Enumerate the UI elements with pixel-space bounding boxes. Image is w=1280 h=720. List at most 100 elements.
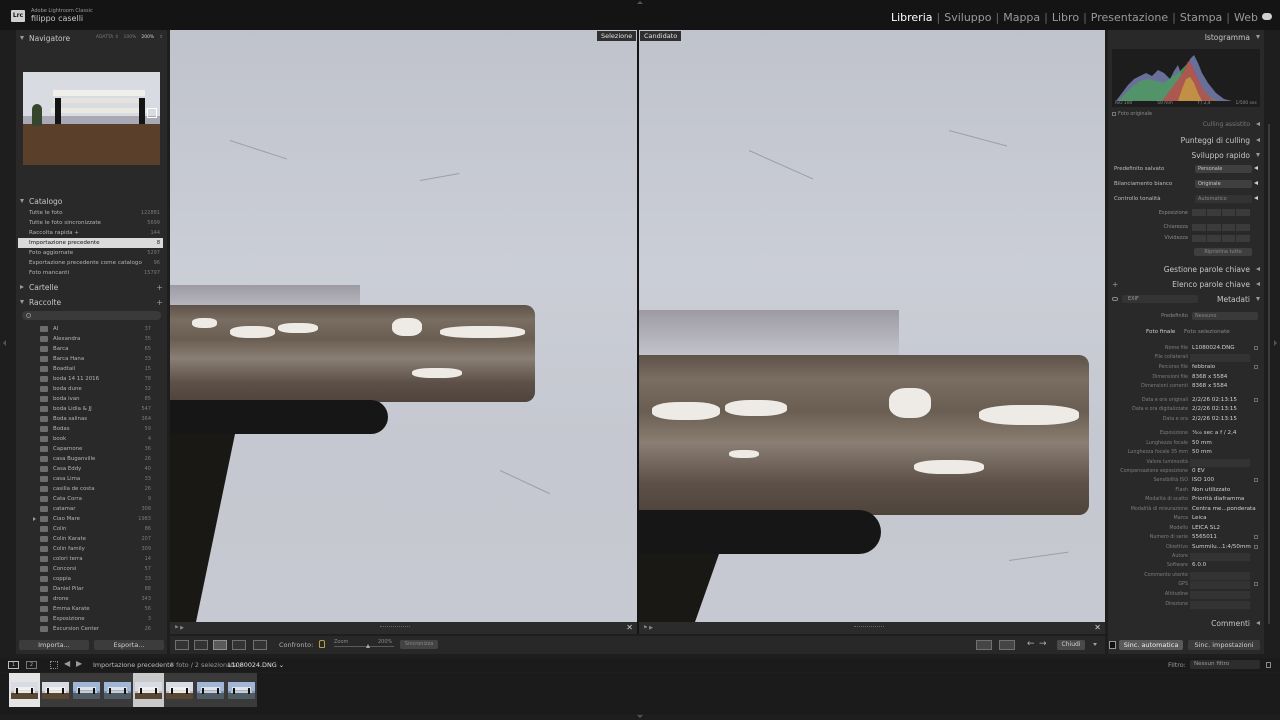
zoom-200-option[interactable]: 200% bbox=[141, 35, 154, 40]
module-libro[interactable]: Libro bbox=[1052, 11, 1079, 24]
zoom-100-option[interactable]: 100% bbox=[123, 35, 136, 40]
metadata-value[interactable]: 2/2/26 02:13:15 bbox=[1192, 416, 1237, 422]
collection-item[interactable]: Cata Corra 9 bbox=[18, 494, 163, 504]
grid-view-icon[interactable] bbox=[175, 640, 189, 650]
metadata-empty-field[interactable] bbox=[1190, 572, 1250, 580]
catalog-header[interactable]: Catalogo bbox=[16, 195, 167, 207]
metadata-value[interactable]: ISO 100 bbox=[1192, 477, 1214, 483]
metadata-value[interactable]: LEICA SL2 bbox=[1192, 525, 1220, 531]
reset-all-button[interactable]: Ripristina tutto bbox=[1194, 248, 1252, 256]
metadata-value[interactable]: Summilu...1:4/50mm bbox=[1192, 544, 1251, 550]
original-photo-checkbox[interactable]: Foto originale bbox=[1112, 111, 1152, 117]
tab-selected-photos[interactable]: Foto selezionate bbox=[1184, 329, 1230, 335]
metadata-value[interactable]: 50 mm bbox=[1192, 440, 1212, 446]
filter-select[interactable]: Nessun filtro bbox=[1190, 660, 1260, 669]
back-arrow-icon[interactable]: ◀ bbox=[64, 659, 70, 668]
metadata-value[interactable]: 5565011 bbox=[1192, 534, 1217, 540]
add-folder-icon[interactable]: + bbox=[156, 283, 163, 292]
filmstrip-thumbnail[interactable] bbox=[226, 673, 257, 707]
collection-item[interactable]: boda dune 32 bbox=[18, 384, 163, 394]
close-icon[interactable]: ✕ bbox=[626, 623, 633, 632]
collection-item[interactable]: boda Lidia & JJ 547 bbox=[18, 404, 163, 414]
metadata-action-icon[interactable] bbox=[1254, 346, 1258, 350]
done-button[interactable]: Chiudi bbox=[1057, 640, 1085, 650]
export-button[interactable]: Esporta... bbox=[94, 640, 164, 650]
filmstrip-filename[interactable]: L1080024.DNG ⌄ bbox=[228, 661, 284, 669]
collection-item[interactable]: Excursion Center 26 bbox=[18, 624, 163, 634]
clarity-stepper[interactable] bbox=[1192, 224, 1250, 231]
collections-header[interactable]: Raccolte + bbox=[16, 296, 167, 308]
metadata-value[interactable]: 8368 x 5584 bbox=[1192, 374, 1227, 380]
collection-item[interactable]: Caparnone 36 bbox=[18, 444, 163, 454]
rating-dots[interactable] bbox=[380, 626, 410, 628]
swap-icon[interactable] bbox=[976, 640, 992, 650]
rating-dots[interactable] bbox=[854, 626, 884, 628]
metadata-action-icon[interactable] bbox=[1254, 478, 1258, 482]
compare-view-icon[interactable] bbox=[213, 640, 227, 650]
metadata-empty-field[interactable] bbox=[1190, 601, 1250, 609]
module-web[interactable]: Web bbox=[1234, 11, 1258, 24]
metadata-empty-field[interactable] bbox=[1190, 459, 1250, 467]
user-name[interactable]: filippo caselli bbox=[31, 14, 83, 23]
collection-item[interactable]: Boda salinas 364 bbox=[18, 414, 163, 424]
previous-arrow-icon[interactable]: ← bbox=[1027, 639, 1035, 649]
filmstrip-thumbnail[interactable] bbox=[195, 673, 226, 707]
grid-icon[interactable] bbox=[50, 661, 58, 669]
metadata-value[interactable]: 2/2/26 02:13:15 bbox=[1192, 406, 1237, 412]
expand-icon[interactable] bbox=[33, 517, 36, 521]
right-panel-toggle-icon[interactable] bbox=[1274, 340, 1277, 346]
collection-item[interactable]: boda ivan 85 bbox=[18, 394, 163, 404]
collection-item[interactable]: Bodas 59 bbox=[18, 424, 163, 434]
collection-item[interactable]: AI 37 bbox=[18, 324, 163, 334]
metadata-value[interactable]: ¹⁄₅₀₀ sec a f / 2,4 bbox=[1192, 430, 1236, 436]
collection-item[interactable]: Ciao Mare 1983 bbox=[18, 514, 163, 524]
collection-item[interactable]: Emma Karate 56 bbox=[18, 604, 163, 614]
folders-header[interactable]: Cartelle + bbox=[16, 281, 167, 293]
module-presentazione[interactable]: Presentazione bbox=[1091, 11, 1168, 24]
catalog-item[interactable]: Esportazione precedente come catalogo 96 bbox=[18, 258, 163, 268]
toolbar-menu-icon[interactable] bbox=[1093, 643, 1097, 646]
module-stampa[interactable]: Stampa bbox=[1180, 11, 1222, 24]
next-arrow-icon[interactable]: → bbox=[1039, 639, 1047, 649]
make-select-icon[interactable] bbox=[999, 640, 1015, 650]
collection-item[interactable]: Colin Karate 207 bbox=[18, 534, 163, 544]
collection-item[interactable]: Colin family 309 bbox=[18, 544, 163, 554]
flag-icon[interactable]: ⚑ ▶ bbox=[174, 625, 184, 631]
comments-header[interactable]: Commenti bbox=[1108, 617, 1264, 629]
catalog-item[interactable]: Foto aggiornate 5297 bbox=[18, 248, 163, 258]
metadata-value[interactable]: 0 EV bbox=[1192, 468, 1205, 474]
collection-item[interactable]: boda 14 11 2016 78 bbox=[18, 374, 163, 384]
filmstrip-source[interactable]: Importazione precedente bbox=[93, 661, 174, 669]
metadata-empty-field[interactable] bbox=[1190, 354, 1250, 362]
filmstrip-thumbnail[interactable] bbox=[102, 673, 133, 707]
catalog-item[interactable]: Tutte le foto 122881 bbox=[18, 208, 163, 218]
navigator-focus-box[interactable] bbox=[147, 108, 157, 118]
metadata-preset-select[interactable]: Nessuno bbox=[1192, 312, 1258, 320]
saved-preset-select[interactable]: Personale bbox=[1195, 165, 1252, 173]
loupe-view-icon[interactable] bbox=[194, 640, 208, 650]
keywording-header[interactable]: Gestione parole chiave bbox=[1108, 263, 1264, 275]
flag-icon[interactable]: ⚑ ▶ bbox=[643, 625, 653, 631]
expand-icon[interactable] bbox=[1254, 196, 1258, 200]
filmstrip-thumbnail[interactable] bbox=[133, 673, 164, 707]
catalog-item[interactable]: Importazione precedente 8 bbox=[18, 238, 163, 248]
metadata-action-icon[interactable] bbox=[1254, 398, 1258, 402]
collection-filter-input[interactable] bbox=[22, 311, 161, 320]
catalog-item[interactable]: Tutte le foto sincronizzate 5699 bbox=[18, 218, 163, 228]
metadata-value[interactable]: 6.0.0 bbox=[1192, 562, 1206, 568]
collection-item[interactable]: drone 343 bbox=[18, 594, 163, 604]
add-keyword-icon[interactable]: + bbox=[1112, 280, 1118, 289]
filmstrip-thumbnail[interactable] bbox=[71, 673, 102, 707]
cloud-sync-icon[interactable] bbox=[1262, 13, 1272, 20]
sync-settings-button[interactable]: Sinc. impostazioni bbox=[1188, 640, 1260, 650]
second-screen-button[interactable]: 2 bbox=[26, 661, 37, 669]
collection-item[interactable]: Barca 65 bbox=[18, 344, 163, 354]
collection-item[interactable]: catamar 308 bbox=[18, 504, 163, 514]
metadata-value[interactable]: Priorità diaframma bbox=[1192, 496, 1244, 502]
metadata-empty-field[interactable] bbox=[1190, 581, 1250, 589]
metadata-action-icon[interactable] bbox=[1254, 582, 1258, 586]
tab-target-photo[interactable]: Foto finale bbox=[1146, 329, 1175, 335]
keyword-list-header[interactable]: + Elenco parole chiave bbox=[1108, 278, 1264, 290]
navigator-header[interactable]: Navigatore ADATTA ⇕ 100% 200% ⇕ bbox=[16, 32, 167, 44]
exposure-stepper[interactable] bbox=[1192, 209, 1250, 216]
